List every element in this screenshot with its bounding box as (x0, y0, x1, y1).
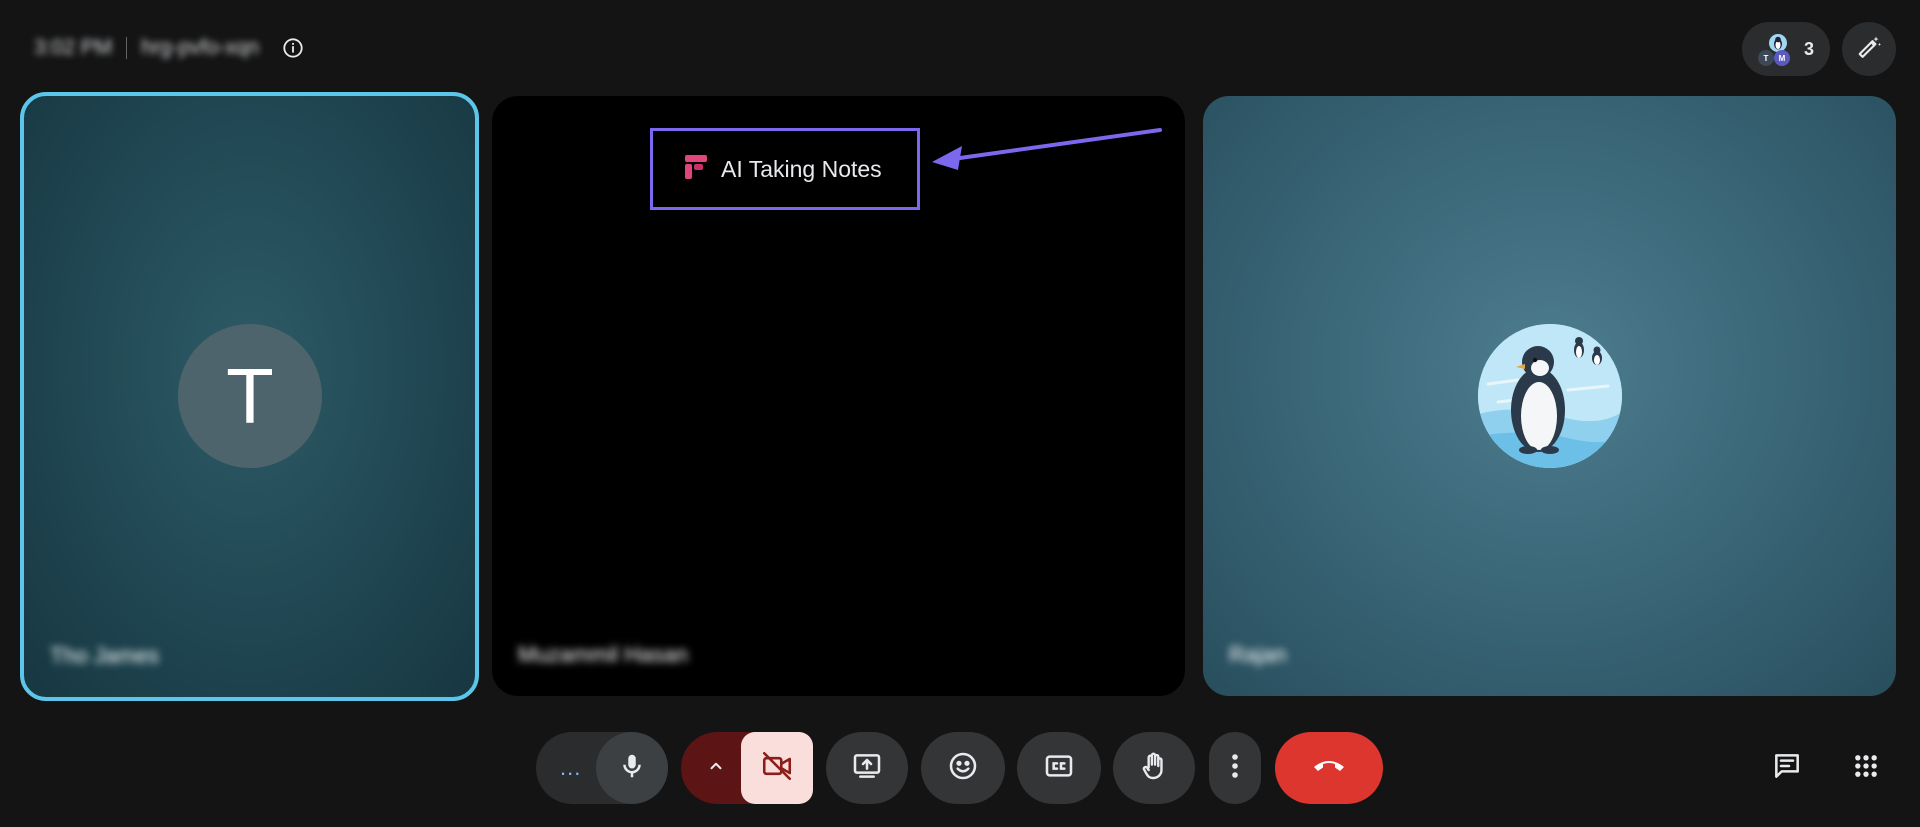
people-button[interactable]: T M 3 (1742, 22, 1830, 76)
info-icon[interactable] (281, 36, 305, 60)
meeting-info-separator (126, 37, 128, 59)
chat-icon (1771, 750, 1803, 787)
ai-badge-label: AI Taking Notes (721, 155, 882, 182)
microphone-button[interactable] (596, 732, 668, 804)
annotation-arrow (932, 128, 1162, 170)
ai-taking-notes-badge: AI Taking Notes (650, 128, 920, 210)
leave-call-button[interactable] (1275, 732, 1383, 804)
emoji-icon (947, 750, 979, 787)
magic-pen-button[interactable] (1842, 22, 1896, 76)
meeting-time: 3:02 PM (34, 36, 113, 59)
participant-mini-avatars: T M (1758, 29, 1796, 69)
participant-tile-3[interactable]: Rajan (1203, 96, 1896, 696)
mini-avatar-t: T (1758, 50, 1774, 66)
captions-button[interactable] (1017, 732, 1101, 804)
people-count: 3 (1804, 38, 1815, 59)
chat-button[interactable] (1761, 742, 1813, 794)
fireflies-logo-icon (683, 153, 709, 186)
present-screen-button[interactable] (826, 732, 908, 804)
chevron-up-icon (707, 757, 725, 780)
camera-toggle-button[interactable] (741, 732, 813, 804)
camera-options-button[interactable] (699, 732, 733, 804)
audio-controls-group: ... (536, 732, 668, 804)
participant-name-2: Muzammil Hasan (518, 642, 688, 667)
activities-button[interactable] (1840, 742, 1892, 794)
camera-controls-group (681, 732, 813, 804)
camera-off-icon (760, 749, 794, 788)
participant-name-1: Tho James (50, 643, 159, 668)
raise-hand-button[interactable] (1113, 732, 1195, 804)
more-audio-options-button[interactable]: ... (560, 732, 581, 804)
participant-name-3: Rajan (1229, 642, 1287, 667)
microphone-icon (617, 751, 647, 786)
top-bar: 3:02 PM hrg-pvfo-xqn T M 3 (0, 0, 1920, 96)
apps-grid-icon (1852, 752, 1880, 785)
meeting-code: hrg-pvfo-xqn (141, 36, 260, 59)
present-screen-icon (851, 750, 883, 787)
raise-hand-icon (1138, 750, 1170, 787)
call-controls-bar: ... (0, 728, 1920, 808)
captions-icon (1043, 750, 1075, 787)
more-options-button[interactable] (1209, 732, 1261, 804)
participant-avatar-letter: T (178, 324, 322, 468)
end-call-icon (1311, 756, 1347, 781)
more-vert-icon (1230, 752, 1240, 785)
meeting-info: 3:02 PM hrg-pvfo-xqn (34, 30, 305, 66)
mini-avatar-m: M (1774, 50, 1790, 66)
penguin-avatar (1478, 324, 1622, 468)
mini-avatar-penguin (1769, 34, 1787, 52)
reactions-button[interactable] (921, 732, 1005, 804)
participant-tile-1[interactable]: T Tho James (20, 92, 479, 701)
magic-pen-icon (1855, 33, 1883, 66)
